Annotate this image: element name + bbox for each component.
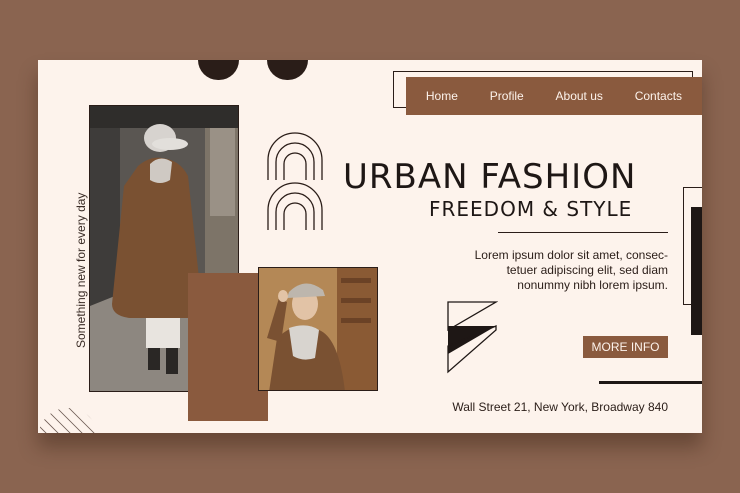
title-divider: [498, 232, 668, 233]
description-line: nonummy nibh lorem ipsum.: [517, 278, 668, 292]
address-text: Wall Street 21, New York, Broadway 840: [452, 400, 668, 414]
nav-home-link[interactable]: Home: [426, 89, 458, 103]
hero-title: URBAN FASHION: [343, 157, 637, 197]
nav-about-link[interactable]: About us: [556, 89, 603, 103]
landing-card: Home Profile About us Contacts Something…: [38, 60, 702, 433]
description-line: Lorem ipsum dolor sit amet, consec-: [474, 248, 668, 262]
semicircle-right-decoration: [267, 60, 308, 80]
brown-accent-square: [188, 273, 268, 421]
description-line: tetuer adipiscing elit, sed diam: [506, 263, 668, 277]
hero-subtitle: FREEDOM & STYLE: [429, 197, 633, 221]
hero-description: Lorem ipsum dolor sit amet, consec- tetu…: [448, 248, 668, 293]
main-nav: Home Profile About us Contacts: [406, 77, 702, 115]
arch-lines-icon: [267, 132, 323, 230]
vertical-tagline: Something new for every day: [74, 192, 88, 348]
hero-photo-portrait: [258, 267, 378, 391]
right-dark-bar: [691, 207, 702, 335]
more-info-button[interactable]: MORE INFO: [583, 336, 668, 358]
semicircle-left-decoration: [198, 60, 239, 80]
nav-contacts-link[interactable]: Contacts: [635, 89, 682, 103]
nav-profile-link[interactable]: Profile: [490, 89, 524, 103]
triangle-blocks-icon: [447, 301, 498, 374]
bottom-accent-rule: [599, 381, 702, 384]
portrait-figure-image: [259, 268, 377, 390]
